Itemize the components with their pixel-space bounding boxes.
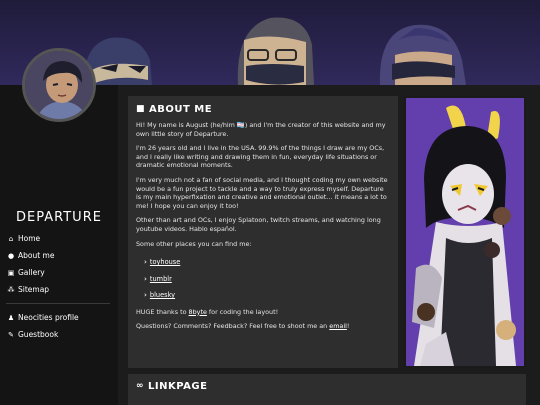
list-item: › tumblr [144, 271, 390, 288]
nav-label: Gallery [18, 268, 45, 277]
about-paragraph-thanks: HUGE thanks to 8byte for coding the layo… [136, 308, 390, 317]
contact-text: Questions? Comments? Feedback? Feel free… [136, 322, 330, 331]
list-item: › bluesky [144, 287, 390, 304]
link-bluesky[interactable]: bluesky [150, 291, 175, 300]
chevron-right-icon: › [144, 258, 147, 267]
site-title: DEPARTURE [16, 210, 102, 225]
about-paragraph-places: Some other places you can find me: [136, 239, 252, 248]
avatar [22, 48, 96, 122]
banner-character-middle [237, 17, 314, 85]
nav-label: Sitemap [18, 285, 50, 294]
user-icon: ♟ [7, 313, 15, 322]
nav-divider [6, 303, 110, 304]
about-me-body: Hi! My name is August (he/him 🏳️‍⚧️) and… [136, 121, 390, 331]
gallery-icon: ▣ [7, 268, 15, 277]
sidebar-nav: ⌂ Home ● About me ▣ Gallery ⁂ Sitemap ♟ … [6, 230, 116, 343]
link-icon: ∞ [136, 381, 144, 391]
nav-item-neocities-profile[interactable]: ♟ Neocities profile [6, 309, 116, 326]
link-8byte[interactable]: 8byte [189, 308, 207, 316]
list-item: › toyhouse [144, 254, 390, 271]
sitemap-icon: ⁂ [7, 285, 15, 294]
nav-item-gallery[interactable]: ▣ Gallery [6, 264, 116, 281]
about-me-panel: ■ ABOUT ME Hi! My name is August (he/him… [128, 96, 398, 368]
nav-label: Guestbook [18, 330, 59, 339]
thanks-text-end: for coding the layout! [206, 307, 279, 316]
about-paragraph-intro: Hi! My name is August (he/him 🏳️‍⚧️) and… [136, 121, 386, 138]
thanks-text: HUGE thanks to [136, 307, 189, 316]
about-me-heading: ■ ABOUT ME [136, 102, 390, 116]
nav-label: Neocities profile [18, 313, 79, 322]
nav-item-home[interactable]: ⌂ Home [6, 230, 116, 247]
info-icon: ● [7, 251, 15, 260]
home-icon: ⌂ [8, 234, 14, 243]
nav-item-about[interactable]: ● About me [6, 247, 116, 264]
sidebar: DEPARTURE ⌂ Home ● About me ▣ Gallery ⁂ … [0, 85, 118, 405]
about-paragraph-contact: Questions? Comments? Feedback? Feel free… [136, 322, 390, 331]
link-tumblr[interactable]: tumblr [150, 275, 172, 284]
feather-icon: ✎ [8, 330, 14, 339]
about-me-title: ABOUT ME [149, 103, 213, 115]
about-paragraph-interests: Other than art and OCs, I enjoy Splatoon… [136, 216, 381, 233]
linkpage-title: LINKPAGE [148, 380, 208, 392]
external-links-list: › toyhouse › tumblr › bluesky [144, 254, 390, 304]
nav-label: Home [18, 234, 41, 243]
about-paragraph-age: I'm 26 years old and I live in the USA. … [136, 144, 385, 170]
nav-item-sitemap[interactable]: ⁂ Sitemap [6, 281, 116, 298]
chevron-right-icon: › [144, 291, 147, 300]
link-toyhouse[interactable]: toyhouse [150, 258, 180, 267]
banner-character-right [379, 24, 466, 85]
character-artwork [404, 96, 526, 368]
linkpage-heading: ∞ LINKPAGE [136, 379, 518, 393]
about-paragraph-social: I'm very much not a fan of social media,… [136, 175, 388, 210]
link-email[interactable]: email [329, 322, 347, 330]
chevron-right-icon: › [144, 274, 147, 283]
nav-item-guestbook[interactable]: ✎ Guestbook [6, 326, 116, 343]
linkpage-panel: ∞ LINKPAGE [128, 374, 526, 405]
user-icon: ■ [136, 104, 146, 114]
contact-text-end: ! [346, 322, 350, 331]
nav-label: About me [18, 251, 55, 260]
